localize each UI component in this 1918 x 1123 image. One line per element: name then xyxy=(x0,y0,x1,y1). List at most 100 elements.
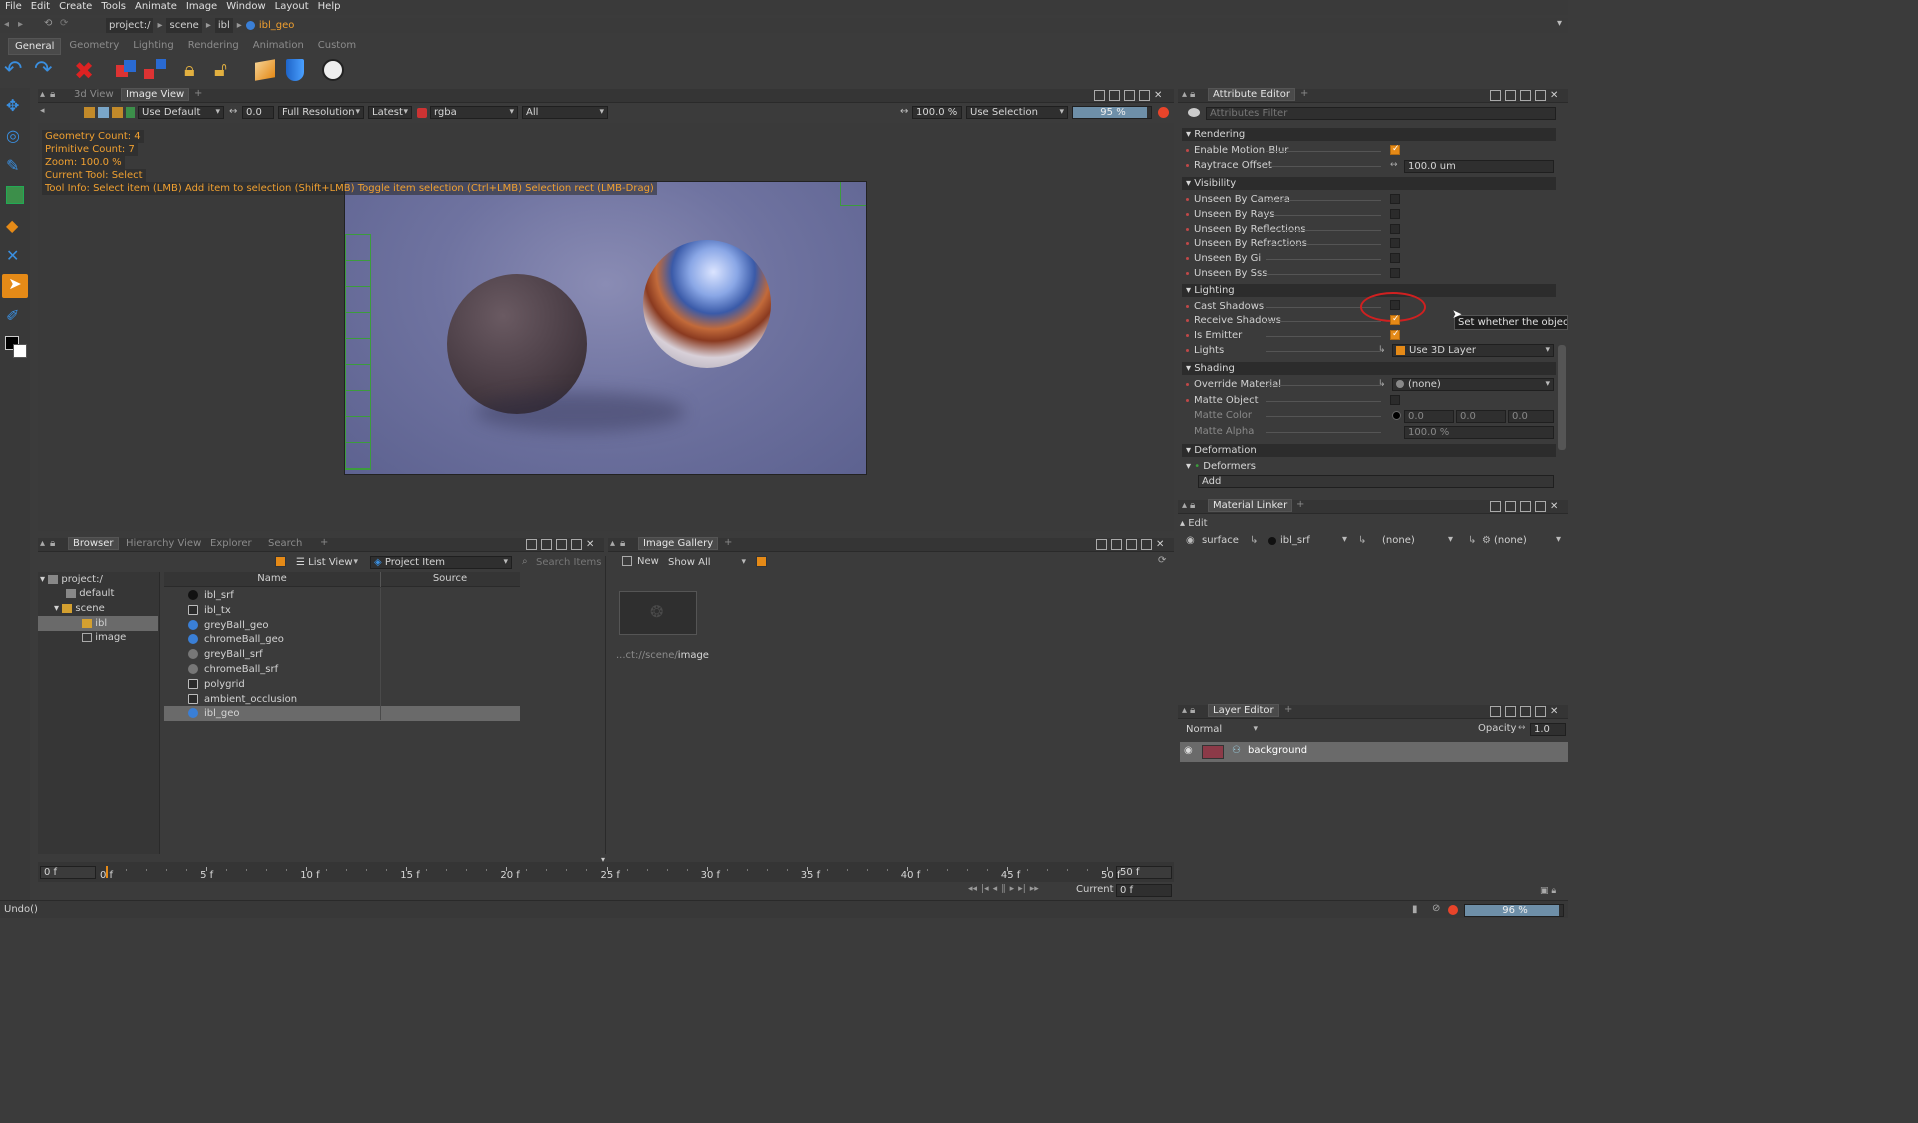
blend-mode-dropdown[interactable]: Normal xyxy=(1182,723,1262,736)
lock-panel-icon[interactable]: 🔒︎ xyxy=(1190,89,1195,100)
menu-item-edit[interactable]: Edit xyxy=(31,0,50,14)
attr-deformers[interactable]: ▾ • Deformers xyxy=(1186,460,1546,473)
forward-arrow-icon[interactable]: ▸ xyxy=(18,19,23,30)
maximize-icon[interactable] xyxy=(1139,90,1150,101)
step-back-icon[interactable]: ◂ xyxy=(993,884,998,894)
paint-tool-icon[interactable]: ◆ xyxy=(6,216,24,236)
eye-icon[interactable]: ◉ xyxy=(1184,745,1193,756)
link-arrow-icon[interactable]: ↳ xyxy=(1250,535,1258,546)
layout-b-icon[interactable] xyxy=(1505,501,1516,512)
list-item[interactable]: chromeBall_srf xyxy=(164,662,520,677)
lock-panel-icon[interactable]: 🔒︎ xyxy=(50,89,55,100)
menu-item-layout[interactable]: Layout xyxy=(275,0,309,14)
raytrace-offset-field[interactable]: 100.0 um xyxy=(1404,160,1554,173)
unseen-rays-checkbox[interactable] xyxy=(1390,209,1400,219)
light-dropdown[interactable]: (none) xyxy=(1494,535,1554,546)
tab-image-view[interactable]: Image View xyxy=(121,88,190,101)
maximize-icon[interactable] xyxy=(1535,90,1546,101)
selection-mode-dropdown[interactable]: Use Selection xyxy=(966,106,1068,119)
section-visibility[interactable]: ▾ Visibility xyxy=(1182,177,1556,190)
breadcrumb-item-scene[interactable]: scene xyxy=(166,18,202,33)
channel-g-icon[interactable] xyxy=(98,107,109,118)
eye-icon[interactable]: ◉ xyxy=(1186,535,1195,546)
tree-item-scene[interactable]: ▾ scene xyxy=(54,601,158,616)
timeline-collapse-icon[interactable]: ▾ xyxy=(601,855,605,864)
gallery-thumbnail[interactable]: ❂ xyxy=(619,591,697,635)
lock-panel-icon[interactable]: 🔒︎ xyxy=(1190,705,1195,716)
image-tool-icon[interactable] xyxy=(6,186,24,204)
color-swatch-icon[interactable] xyxy=(1392,411,1401,420)
section-rendering[interactable]: ▾ Rendering xyxy=(1182,128,1556,141)
tab-layer-editor[interactable]: Layer Editor xyxy=(1208,704,1279,717)
layout-a-icon[interactable] xyxy=(1490,706,1501,717)
shelf-tab-animation[interactable]: Animation xyxy=(247,38,310,55)
material-dropdown[interactable]: ibl_srf xyxy=(1280,535,1350,546)
layout-a-icon[interactable] xyxy=(526,539,537,550)
matte-object-checkbox[interactable] xyxy=(1390,395,1400,405)
layout-c-icon[interactable] xyxy=(1126,539,1137,550)
list-item[interactable]: ibl_srf xyxy=(164,588,520,603)
menu-item-image[interactable]: Image xyxy=(186,0,217,14)
corner-icon[interactable]: ▣ 🔒︎ xyxy=(1540,886,1556,896)
tab-3d-view[interactable]: 3d View xyxy=(70,89,118,100)
link-icon[interactable]: ↳ xyxy=(1378,345,1386,355)
exposure-field[interactable]: 0.0 xyxy=(242,106,274,119)
layout-b-icon[interactable] xyxy=(1109,90,1120,101)
close-icon[interactable]: ✕ xyxy=(1154,90,1162,101)
override-material-dropdown[interactable]: (none) xyxy=(1392,378,1554,391)
tab-image-gallery[interactable]: Image Gallery xyxy=(638,537,719,550)
breadcrumb-item-ibl[interactable]: ibl xyxy=(214,18,233,33)
breadcrumb-item-project[interactable]: project:/ xyxy=(106,18,154,33)
tree-item-image[interactable]: image xyxy=(82,630,158,645)
channel-a-icon[interactable] xyxy=(126,107,135,118)
list-item[interactable]: greyBall_srf xyxy=(164,647,520,662)
material-linker-edit[interactable]: ▴ Edit xyxy=(1180,518,1208,529)
list-item[interactable]: ibl_geo xyxy=(164,706,520,722)
menu-item-window[interactable]: Window xyxy=(226,0,265,14)
section-shading[interactable]: ▾ Shading xyxy=(1182,362,1556,375)
link-icon[interactable]: ↔ xyxy=(1518,723,1526,733)
lock-panel-icon[interactable]: 🔒︎ xyxy=(50,538,55,549)
column-header-source[interactable]: Source xyxy=(382,573,518,584)
unseen-camera-checkbox[interactable] xyxy=(1390,194,1400,204)
move-tool-icon[interactable]: ✥ xyxy=(6,96,24,116)
tree-item-ibl[interactable]: ibl xyxy=(38,616,158,631)
matte-color-g[interactable]: 0.0 xyxy=(1456,410,1506,423)
menu-item-help[interactable]: Help xyxy=(318,0,341,14)
receive-shadows-checkbox[interactable] xyxy=(1390,314,1400,325)
channels-dropdown[interactable]: rgba xyxy=(430,106,518,119)
eyedropper-icon[interactable]: ✎ xyxy=(6,156,24,176)
camera-tool-icon[interactable]: ◎ xyxy=(6,126,24,146)
link-icon[interactable]: ↳ xyxy=(1378,379,1386,389)
view-mode-dropdown[interactable]: ☰ List View xyxy=(292,556,362,569)
layout-a-icon[interactable] xyxy=(1094,90,1105,101)
gallery-filter-dropdown[interactable]: Show All xyxy=(664,556,750,569)
layout-b-icon[interactable] xyxy=(541,539,552,550)
list-item[interactable]: chromeBall_geo xyxy=(164,632,520,647)
maximize-icon[interactable] xyxy=(1535,706,1546,717)
add-deformer-button[interactable]: Add xyxy=(1198,475,1554,488)
lock-panel-icon[interactable]: 🔒︎ xyxy=(1190,500,1195,511)
layout-b-icon[interactable] xyxy=(1505,706,1516,717)
enable-motion-blur-checkbox[interactable] xyxy=(1390,144,1400,155)
pin-icon[interactable]: ▴ xyxy=(1182,89,1187,100)
section-deformation[interactable]: ▾ Deformation xyxy=(1182,444,1556,457)
layout-c-icon[interactable] xyxy=(556,539,567,550)
pin-icon[interactable]: ▴ xyxy=(40,538,45,549)
start-frame-field[interactable]: 0 f xyxy=(40,866,96,879)
pause-icon[interactable]: ∥ xyxy=(1001,884,1006,894)
layers-dropdown[interactable]: All xyxy=(522,106,608,119)
tree-item-project[interactable]: ▾ project:/ xyxy=(40,572,158,587)
render-icon[interactable] xyxy=(320,57,346,83)
exposure-icon[interactable]: ↔ xyxy=(229,106,237,117)
filter-dropdown[interactable]: ◈ Project Item xyxy=(370,556,512,569)
resolution-dropdown[interactable]: Full Resolution xyxy=(278,106,364,119)
layer-dropdown[interactable]: (none) xyxy=(1382,535,1442,546)
channel-b-icon[interactable] xyxy=(112,107,123,118)
link-icon[interactable]: ↔ xyxy=(1390,160,1398,170)
refresh-icon[interactable]: ⟳ xyxy=(60,18,68,29)
redo-icon[interactable]: ↷ xyxy=(34,57,60,83)
tab-explorer[interactable]: Explorer xyxy=(206,538,256,549)
unlock-icon[interactable]: 🔓︎ xyxy=(214,57,240,83)
menu-item-file[interactable]: File xyxy=(5,0,22,14)
